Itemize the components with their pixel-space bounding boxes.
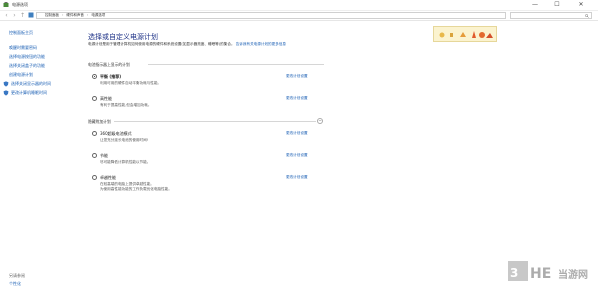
plan-radio[interactable]	[92, 153, 97, 158]
plan-description-secondary: 为使用高性能功能的工作负载优化电脑性能。	[100, 187, 172, 191]
learn-more-link[interactable]: 告诉我有关电源计划的更多信息	[236, 42, 286, 46]
svg-text:HE: HE	[530, 266, 551, 282]
plan-radio-selected[interactable]	[92, 74, 97, 79]
plan-description: 利用可用的硬件自动平衡功耗与性能。	[100, 81, 162, 85]
forward-arrow-icon[interactable]: ›	[11, 12, 18, 19]
maximize-button[interactable]: ☐	[548, 0, 566, 10]
change-plan-settings-link[interactable]: 更改计划设置	[286, 153, 308, 158]
breadcrumb[interactable]: 控制面板 › 硬件和声音 › 电源选项	[36, 12, 506, 19]
decorative-doodle-icon	[439, 31, 493, 38]
plan-description: 尽可能降低计算机性能以节能。	[100, 160, 151, 164]
see-also-heading: 另请参阅	[9, 273, 25, 278]
plan-ultimate-performance[interactable]: 卓越性能 在较高端的电脑上提供卓越性能。 为使用高性能功能的工作负载优化电脑性能…	[92, 175, 328, 195]
minimize-button[interactable]: —	[526, 0, 544, 10]
decorative-widget	[433, 26, 497, 42]
title-bar: 电源选项 — ☐ ✕	[0, 0, 598, 11]
crumb-power-options[interactable]: 电源选项	[91, 13, 105, 17]
crumb-control-panel[interactable]: 控制面板	[45, 13, 59, 17]
crumb-separator: ›	[86, 13, 89, 17]
description-text: 电源计划是用于管理计算机如何使用电源的硬件和系统设置(如显示器亮度、睡眠等)的集…	[88, 42, 235, 46]
plan-power-saver[interactable]: 节能 尽可能降低计算机性能以节能。 更改计划设置	[92, 153, 328, 167]
plan-radio[interactable]	[92, 96, 97, 101]
plan-radio[interactable]	[92, 131, 97, 136]
sidebar-item-sleep-time[interactable]: 更改计算机睡眠时间	[11, 90, 47, 96]
sidebar-item-wake-password[interactable]: 唤醒时需要密码	[9, 45, 37, 51]
3dm-logo-watermark: 3 HE 当游网	[508, 261, 588, 282]
svg-text:当游网: 当游网	[558, 268, 588, 281]
change-plan-settings-link[interactable]: 更改计划设置	[286, 96, 308, 101]
crumb-separator: ›	[62, 13, 64, 17]
shield-icon	[3, 81, 9, 87]
personalization-link[interactable]: 个性化	[9, 281, 21, 287]
change-plan-settings-link[interactable]: 更改计划设置	[286, 74, 308, 79]
group-divider	[114, 121, 316, 122]
plan-360-battery[interactable]: 360超级电池模式 让您充分延长电池的使用时间! 更改计划设置	[92, 131, 328, 145]
page-description: 电源计划是用于管理计算机如何使用电源的硬件和系统设置(如显示器亮度、睡眠等)的集…	[88, 42, 324, 47]
group-heading-main: 电池指示器上显示的计划	[88, 62, 130, 67]
change-plan-settings-link[interactable]: 更改计划设置	[286, 131, 308, 136]
sidebar: 控制面板主页 唤醒时需要密码 选择电源按钮的功能 选择关闭盖子的功能 创建电源计…	[0, 20, 80, 286]
plan-high-performance[interactable]: 高性能 有利于提高性能,但会增加功耗。 更改计划设置	[92, 96, 328, 110]
change-plan-settings-link[interactable]: 更改计划设置	[286, 175, 308, 180]
sidebar-item-lid-close[interactable]: 选择关闭盖子的功能	[9, 63, 45, 69]
sidebar-home-link[interactable]: 控制面板主页	[9, 30, 33, 36]
sidebar-item-create-plan[interactable]: 创建电源计划	[9, 72, 33, 78]
plan-description: 有利于提高性能,但会增加功耗。	[100, 103, 152, 107]
main-content: 选择或自定义电源计划 电源计划是用于管理计算机如何使用电源的硬件和系统设置(如显…	[88, 20, 328, 286]
plan-radio[interactable]	[92, 175, 97, 180]
search-icon	[585, 14, 589, 18]
control-panel-icon	[28, 12, 34, 18]
up-arrow-icon[interactable]: ↑	[19, 12, 26, 19]
crumb-hardware-sound[interactable]: 硬件和声音	[66, 13, 84, 17]
sidebar-item-display-off[interactable]: 选择关闭显示器的时间	[11, 81, 51, 87]
sidebar-item-power-button[interactable]: 选择电源按钮的功能	[9, 54, 45, 60]
power-options-icon	[3, 2, 9, 7]
expand-collapse-icon[interactable]: −	[317, 118, 323, 124]
group-divider	[148, 64, 324, 65]
plan-name: 高性能	[100, 96, 112, 101]
back-arrow-icon[interactable]: ‹	[3, 12, 10, 19]
group-heading-hidden: 隐藏附加计划	[88, 119, 111, 124]
plan-name: 平衡 (推荐)	[100, 74, 122, 79]
page-title: 选择或自定义电源计划	[88, 33, 158, 41]
plan-name: 360超级电池模式	[100, 131, 132, 136]
plan-balanced[interactable]: 平衡 (推荐) 利用可用的硬件自动平衡功耗与性能。 更改计划设置	[92, 74, 328, 88]
close-button[interactable]: ✕	[572, 0, 590, 10]
plan-description: 让您充分延长电池的使用时间!	[100, 138, 149, 142]
plan-name: 卓越性能	[100, 175, 116, 180]
search-input[interactable]	[510, 12, 592, 19]
window-title: 电源选项	[12, 2, 28, 7]
svg-text:3: 3	[510, 266, 518, 280]
shield-icon	[3, 90, 9, 96]
plan-name: 节能	[100, 153, 108, 158]
